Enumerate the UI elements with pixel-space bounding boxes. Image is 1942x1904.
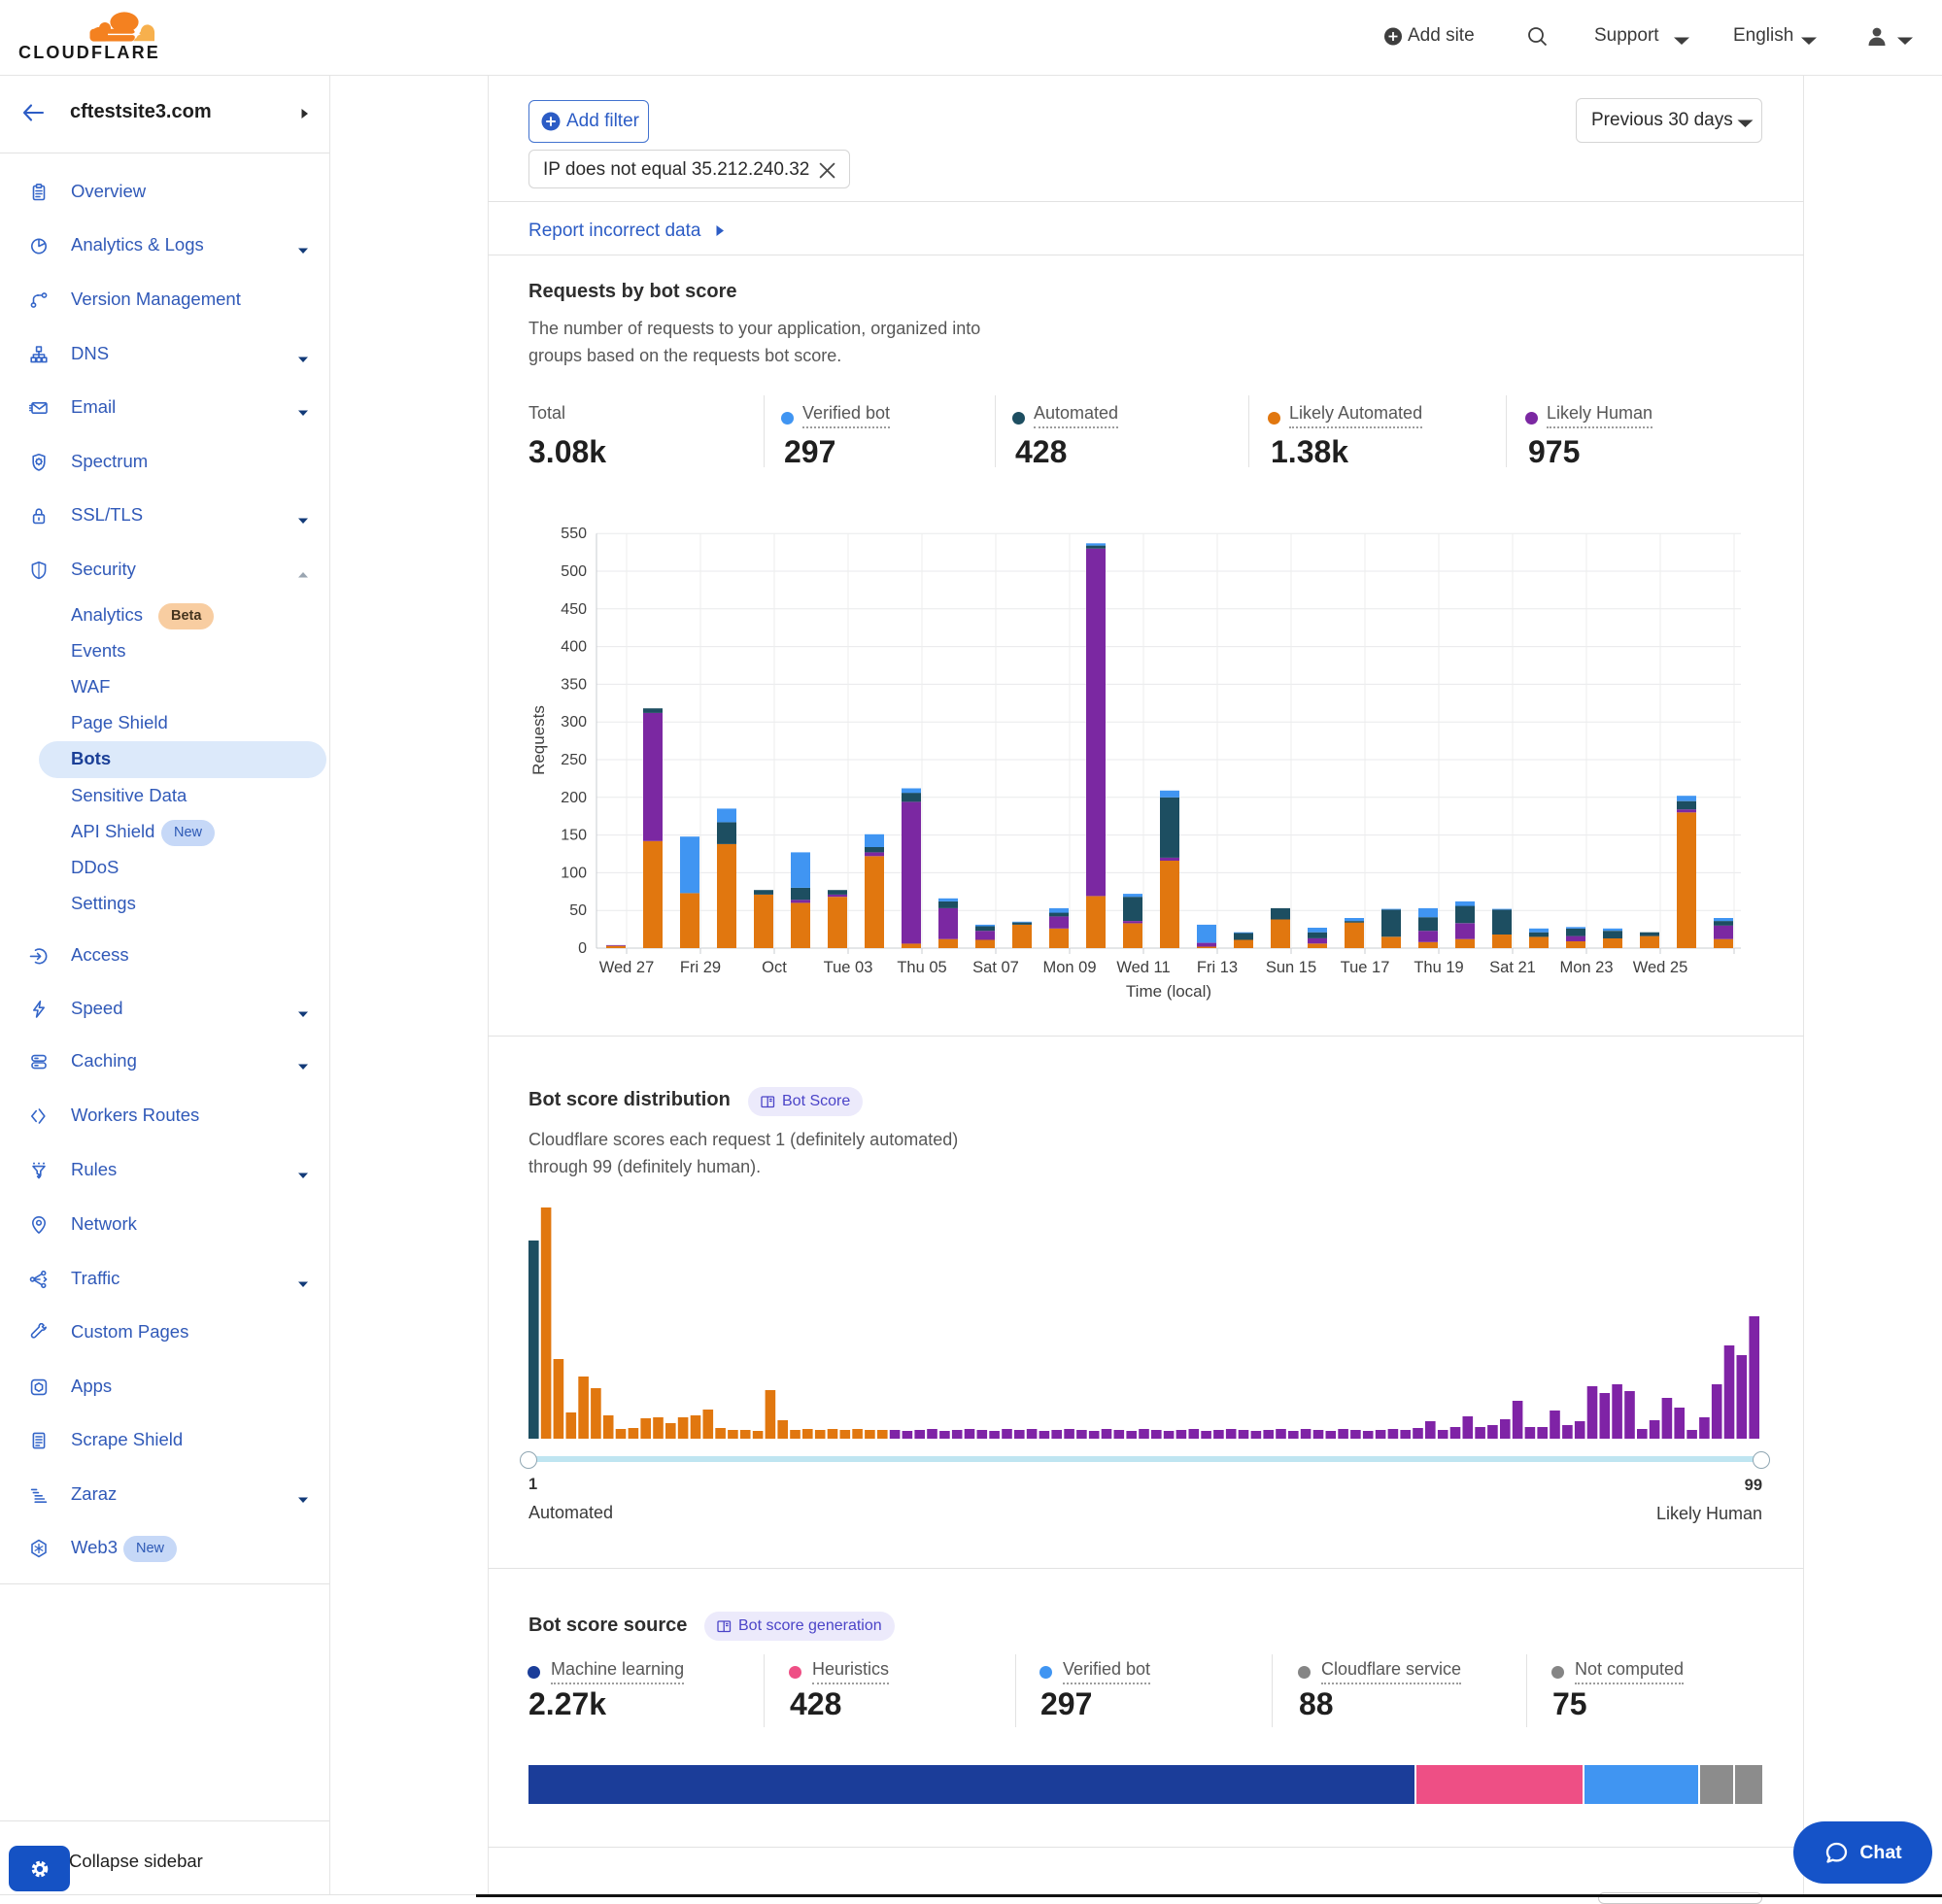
svg-text:50: 50 — [569, 902, 587, 919]
svg-text:0: 0 — [578, 940, 587, 957]
svg-text:Wed 27: Wed 27 — [599, 959, 655, 976]
svg-text:100: 100 — [561, 865, 587, 881]
svg-text:Wed 25: Wed 25 — [1633, 959, 1688, 976]
svg-text:Mon 23: Mon 23 — [1559, 959, 1613, 976]
svg-text:Tue 03: Tue 03 — [824, 959, 873, 976]
svg-text:Thu 19: Thu 19 — [1414, 959, 1463, 976]
svg-text:Fri 13: Fri 13 — [1197, 959, 1238, 976]
svg-text:300: 300 — [561, 714, 587, 731]
svg-text:Wed 11: Wed 11 — [1116, 959, 1170, 976]
svg-text:Thu 05: Thu 05 — [897, 959, 946, 976]
svg-text:150: 150 — [561, 828, 587, 844]
svg-text:Sun 15: Sun 15 — [1266, 959, 1316, 976]
svg-text:Sat 21: Sat 21 — [1489, 959, 1536, 976]
svg-text:400: 400 — [561, 639, 587, 656]
svg-text:250: 250 — [561, 752, 587, 768]
svg-text:Tue 17: Tue 17 — [1341, 959, 1390, 976]
svg-text:Time (local): Time (local) — [1126, 982, 1211, 1001]
svg-text:Fri 29: Fri 29 — [680, 959, 721, 976]
svg-text:Sat 07: Sat 07 — [972, 959, 1019, 976]
svg-text:Mon 09: Mon 09 — [1042, 959, 1096, 976]
svg-text:Requests: Requests — [529, 705, 548, 775]
svg-text:550: 550 — [561, 526, 587, 542]
svg-text:450: 450 — [561, 601, 587, 618]
svg-text:500: 500 — [561, 563, 587, 580]
svg-text:200: 200 — [561, 790, 587, 806]
svg-text:350: 350 — [561, 676, 587, 693]
svg-text:Oct: Oct — [762, 959, 787, 976]
